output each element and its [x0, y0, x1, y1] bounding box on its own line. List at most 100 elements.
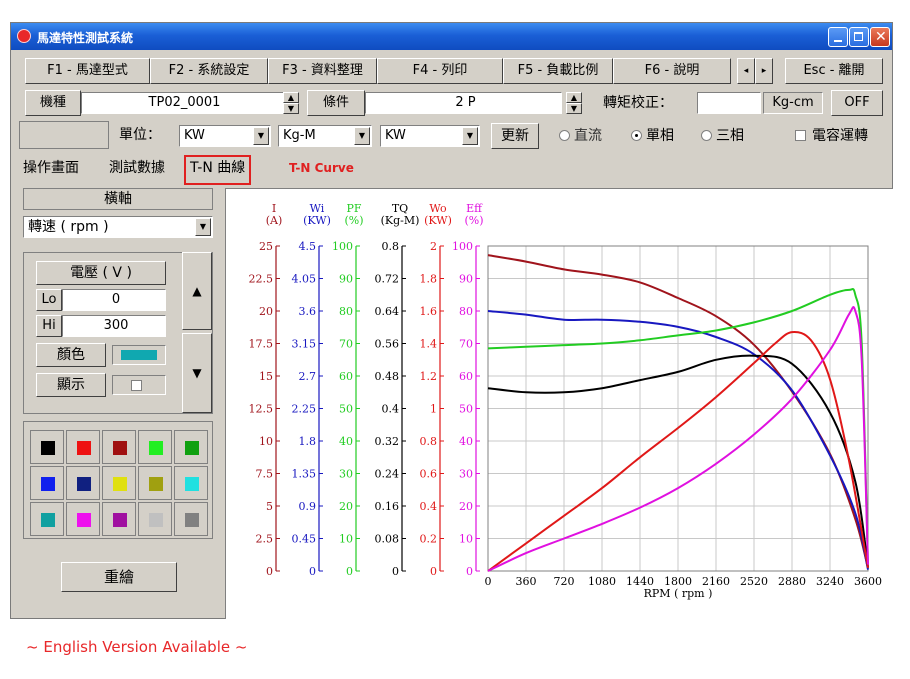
tab-tn-curve[interactable]: T-N 曲線: [184, 155, 252, 185]
units-spacer: [19, 121, 109, 149]
minimize-button[interactable]: [828, 27, 848, 47]
title-bar[interactable]: 馬達特性測試系統 ✕: [11, 23, 892, 50]
checkbox-icon[interactable]: [795, 130, 806, 141]
palette-swatch[interactable]: [174, 430, 208, 464]
axis-tick-label: 1.8: [299, 435, 317, 448]
scroll-right-button[interactable]: ▸: [755, 58, 773, 84]
esc-exit-button[interactable]: Esc - 離開: [785, 58, 883, 84]
display-toggle[interactable]: [112, 375, 166, 395]
radio-dc[interactable]: 直流: [559, 125, 602, 147]
model-spin-up[interactable]: ▲: [283, 92, 299, 103]
axis-tick-label: 0.48: [375, 370, 400, 383]
chevron-down-icon[interactable]: ▼: [195, 218, 211, 236]
xaxis-select-value: 轉速 ( rpm ): [28, 219, 109, 235]
f2-system-settings-button[interactable]: F2 - 系統設定: [150, 58, 268, 84]
unit-power-select[interactable]: KW ▼: [179, 125, 271, 147]
model-spin-down[interactable]: ▼: [283, 103, 299, 114]
units-row: 單位： KW ▼ Kg-M ▼ KW ▼ 更新 直流 單相 三相 電容運轉: [11, 121, 892, 149]
axis-tick-label: 0: [392, 565, 399, 578]
close-button[interactable]: ✕: [870, 27, 890, 47]
palette-swatch[interactable]: [174, 502, 208, 536]
tn-chart-area: 0 360 720 1080 1440 1800 2160 2520 2880 3240 3600 R…: [225, 188, 893, 619]
palette-swatch[interactable]: [102, 502, 136, 536]
palette-swatch[interactable]: [102, 466, 136, 500]
axis-tick-label: 80: [459, 305, 473, 318]
lo-field[interactable]: 0: [62, 289, 166, 311]
radio-single-icon[interactable]: [631, 130, 642, 141]
checkbox-icon[interactable]: [131, 380, 142, 391]
unit-output-select[interactable]: KW ▼: [380, 125, 480, 147]
maximize-button[interactable]: [849, 27, 869, 47]
tab-operation[interactable]: 操作畫面: [23, 157, 79, 181]
palette-swatch[interactable]: [174, 466, 208, 500]
condition-field[interactable]: 2 P: [365, 92, 562, 114]
close-icon: ✕: [875, 29, 887, 45]
palette-color: [149, 477, 163, 491]
palette-swatch[interactable]: [30, 430, 64, 464]
chevron-down-icon[interactable]: ▼: [462, 127, 478, 145]
f5-load-ratio-button[interactable]: F5 - 負載比例: [503, 58, 613, 84]
palette-swatch[interactable]: [138, 430, 172, 464]
off-button[interactable]: OFF: [831, 90, 883, 116]
palette-swatch[interactable]: [138, 466, 172, 500]
xaxis-select[interactable]: 轉速 ( rpm ) ▼: [23, 216, 213, 238]
scroll-left-button[interactable]: ◂: [737, 58, 755, 84]
axis-unit-wi: (KW): [303, 214, 331, 227]
radio-three-icon[interactable]: [701, 130, 712, 141]
palette-swatch[interactable]: [66, 466, 100, 500]
axis-tick-label: 1: [430, 403, 437, 416]
axis-tick-label: 0.8: [382, 240, 400, 253]
palette-swatch[interactable]: [30, 466, 64, 500]
palette-swatch[interactable]: [138, 502, 172, 536]
palette-swatch[interactable]: [102, 430, 136, 464]
axis-tick-label: 100: [452, 240, 473, 253]
down-arrow-icon: ▼: [570, 104, 578, 113]
unit-torque-select[interactable]: Kg-M ▼: [278, 125, 372, 147]
axis-tick-label: 0.8: [420, 435, 438, 448]
chevron-down-icon[interactable]: ▼: [354, 127, 370, 145]
update-button[interactable]: 更新: [491, 123, 539, 149]
condition-spin-down[interactable]: ▼: [566, 103, 582, 114]
axis-tick-label: 60: [339, 370, 353, 383]
palette-swatch[interactable]: [66, 430, 100, 464]
f3-data-arrange-button[interactable]: F3 - 資料整理: [268, 58, 377, 84]
torque-calibration-field[interactable]: [697, 92, 761, 114]
radio-dc-icon[interactable]: [559, 130, 570, 141]
axis-tick-label: 4.5: [299, 240, 317, 253]
axis-tick-label: 20: [459, 500, 473, 513]
palette-swatch[interactable]: [66, 502, 100, 536]
radio-three-label: 三相: [716, 128, 744, 144]
tab-test-data[interactable]: 測試數據: [109, 157, 165, 181]
scroll-down-button[interactable]: ▼: [182, 333, 212, 413]
app-icon: [17, 29, 31, 43]
radio-single-phase[interactable]: 單相: [631, 125, 674, 147]
axis-tick-label: 12.5: [249, 403, 274, 416]
color-preview[interactable]: [112, 345, 166, 365]
lo-label: Lo: [36, 289, 62, 311]
axis-tick-label: 0.64: [375, 305, 400, 318]
f4-print-button[interactable]: F4 - 列印: [377, 58, 503, 84]
model-field[interactable]: TP02_0001: [81, 92, 284, 114]
axis-tick-label: 2: [430, 240, 437, 253]
radio-three-phase[interactable]: 三相: [701, 125, 744, 147]
f1-motor-type-button[interactable]: F1 - 馬達型式: [25, 58, 150, 84]
chevron-down-icon[interactable]: ▼: [253, 127, 269, 145]
palette-swatch[interactable]: [30, 502, 64, 536]
condition-spin-up[interactable]: ▲: [566, 92, 582, 103]
redraw-button[interactable]: 重繪: [61, 562, 177, 592]
up-arrow-icon: ▲: [570, 93, 578, 102]
axis-tick-label: 0: [309, 565, 316, 578]
up-arrow-icon: ▲: [287, 93, 295, 102]
axis-tick-label: 10: [259, 435, 273, 448]
down-arrow-icon: ▼: [287, 104, 295, 113]
axis-tick-label: 90: [339, 273, 353, 286]
axis-unit-pf: (%): [344, 214, 363, 227]
hi-field[interactable]: 300: [62, 315, 166, 337]
axis-tick-label: 1.2: [420, 370, 438, 383]
capacitor-run-checkbox[interactable]: 電容運轉: [795, 125, 868, 147]
f6-help-button[interactable]: F6 - 說明: [613, 58, 731, 84]
axis-tick-label: 1.6: [420, 305, 438, 318]
scroll-up-button[interactable]: ▲: [182, 252, 212, 330]
axis-tick-label: 3.15: [292, 338, 317, 351]
axis-tick-label: 0.56: [375, 338, 400, 351]
